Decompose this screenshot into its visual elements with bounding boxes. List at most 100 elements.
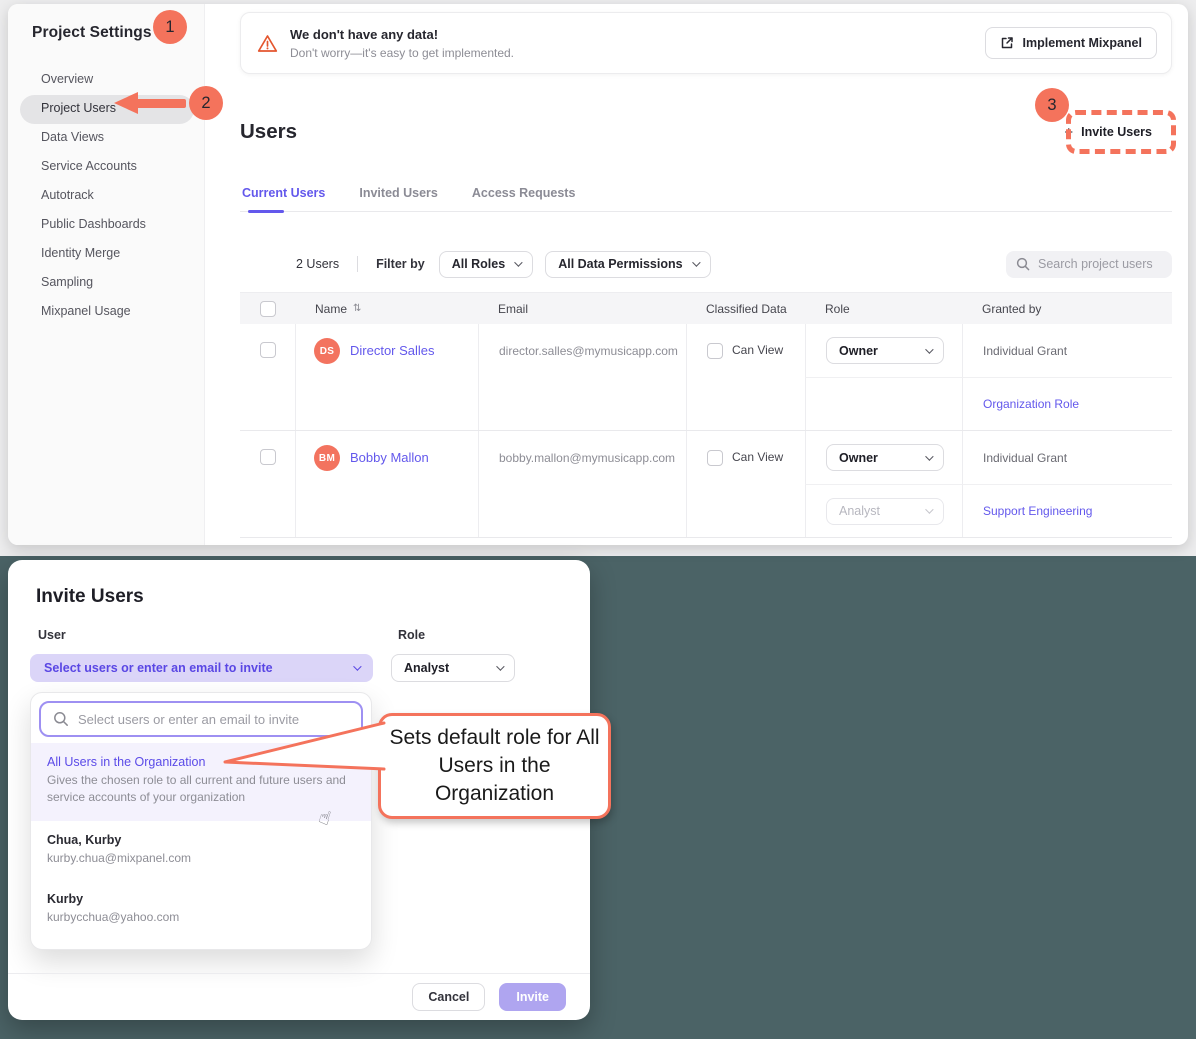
user-name-link[interactable]: Director Salles [350,343,435,358]
page-title: Users [240,120,297,144]
step-1-badge: 1 [153,10,187,44]
chevron-down-icon [496,662,504,670]
callout-tail [222,715,386,785]
header-name-label: Name [315,302,347,316]
users-heading-row: Users + Invite Users [240,118,1172,146]
user-select-trigger[interactable]: Select users or enter an email to invite [30,654,373,682]
chevron-down-icon [925,452,933,460]
annotation-arrow [136,99,186,108]
implement-mixpanel-button[interactable]: Implement Mixpanel [985,27,1157,59]
callout-text: Sets default role for All Users in the O… [387,724,603,808]
user-name-link[interactable]: Bobby Mallon [350,450,429,465]
chevron-down-icon [514,258,522,266]
row-checkbox[interactable] [260,449,276,465]
chevron-down-icon [353,662,361,670]
sidebar-item-autotrack[interactable]: Autotrack [20,182,194,211]
modal-title: Invite Users [8,560,590,608]
header-name[interactable]: Name ⇅ [295,302,478,316]
user-name-cell: BM Bobby Mallon [295,431,478,537]
sidebar-item-identity-merge[interactable]: Identity Merge [20,240,194,269]
option-chua-kurby[interactable]: Chua, Kurby kurby.chua@mixpanel.com [31,821,371,880]
search-input[interactable] [1038,257,1162,271]
can-view-checkbox[interactable] [707,343,723,359]
row-checkbox[interactable] [260,342,276,358]
chevron-down-icon [692,258,700,266]
modal-footer: Cancel Invite [8,973,590,1020]
sidebar-item-data-views[interactable]: Data Views [20,124,194,153]
role-dropdown-disabled: Analyst [826,498,944,525]
callout-bubble: Sets default role for All Users in the O… [378,713,611,819]
chevron-down-icon [925,345,933,353]
toolbar-divider [357,256,358,272]
avatar: DS [314,338,340,364]
project-users-search[interactable] [1006,251,1172,278]
active-tab-underline [248,210,284,213]
all-data-permissions-filter[interactable]: All Data Permissions [545,251,710,278]
banner-texts: We don't have any data! Don't worry—it's… [290,27,514,60]
invite-button[interactable]: Invite [499,983,566,1011]
row-checkbox-cell [240,324,295,430]
sort-icon[interactable]: ⇅ [353,303,361,314]
role-dropdown[interactable]: Owner [826,444,944,471]
select-all-cell [240,301,295,317]
can-view-label: Can View [732,343,783,357]
role-dropdown[interactable]: Owner [826,337,944,364]
avatar: BM [314,445,340,471]
external-link-icon [1000,36,1014,50]
granted-by-cell: Individual Grant [962,324,1172,377]
table-row: DS Director Salles director.salles@mymus… [240,324,1172,431]
organization-role-link[interactable]: Organization Role [962,377,1172,430]
project-settings-window: Project Settings Overview Project Users … [8,4,1188,545]
role-select-value: Analyst [404,661,449,675]
users-table: Name ⇅ Email Classified Data Role Grante… [240,292,1172,538]
screenshot-stage: Project Settings Overview Project Users … [0,0,1196,1039]
sidebar-item-mixpanel-usage[interactable]: Mixpanel Usage [20,298,194,327]
tab-access-requests[interactable]: Access Requests [470,182,578,211]
no-data-banner: We don't have any data! Don't worry—it's… [240,12,1172,74]
classified-data-cell: Can View [686,324,805,430]
invite-users-highlight-box [1066,110,1176,154]
option-email: kurby.chua@mixpanel.com [47,850,355,867]
cancel-button[interactable]: Cancel [412,983,485,1011]
users-toolbar: 2 Users Filter by All Roles All Data Per… [240,250,1172,278]
user-name-cell: DS Director Salles [295,324,478,430]
role-cell: Owner [805,324,962,377]
implement-mixpanel-label: Implement Mixpanel [1023,36,1142,50]
sidebar-item-overview[interactable]: Overview [20,66,194,95]
can-view-label: Can View [732,450,783,464]
all-data-permissions-label: All Data Permissions [558,257,682,271]
all-roles-filter[interactable]: All Roles [439,251,534,278]
user-select-value: Select users or enter an email to invite [44,661,273,675]
sidebar-item-service-accounts[interactable]: Service Accounts [20,153,194,182]
option-email: kurbycchua@yahoo.com [47,909,355,926]
option-kurby[interactable]: Kurby kurbycchua@yahoo.com [31,880,371,939]
select-all-checkbox[interactable] [260,301,276,317]
table-header-row: Name ⇅ Email Classified Data Role Grante… [240,292,1172,324]
classified-data-cell: Can View [686,431,805,537]
role-select[interactable]: Analyst [391,654,515,682]
main-content: We don't have any data! Don't worry—it's… [205,4,1188,545]
role-value: Analyst [839,504,880,518]
header-classified-data: Classified Data [686,302,805,316]
user-field-label: User [38,628,66,642]
tab-invited-users-label: Invited Users [359,186,438,200]
header-granted-by: Granted by [962,302,1172,316]
support-engineering-link[interactable]: Support Engineering [962,484,1172,537]
user-email-cell: bobby.mallon@mymusicapp.com [478,431,686,537]
tab-current-users[interactable]: Current Users [240,182,327,211]
role-cell: Owner [805,431,962,484]
table-row: BM Bobby Mallon bobby.mallon@mymusicapp.… [240,431,1172,538]
user-email-cell: director.salles@mymusicapp.com [478,324,686,430]
tab-invited-users[interactable]: Invited Users [357,182,440,211]
can-view-checkbox[interactable] [707,450,723,466]
banner-subtitle: Don't worry—it's easy to get implemented… [290,46,514,60]
role-cell-empty [805,377,962,430]
all-roles-label: All Roles [452,257,506,271]
warning-icon [257,34,278,53]
sidebar-item-public-dashboards[interactable]: Public Dashboards [20,211,194,240]
sidebar-item-sampling[interactable]: Sampling [20,269,194,298]
search-icon [1016,257,1030,271]
role-value: Owner [839,451,878,465]
users-tabs: Current Users Invited Users Access Reque… [240,182,1172,212]
step-3-badge: 3 [1035,88,1069,122]
